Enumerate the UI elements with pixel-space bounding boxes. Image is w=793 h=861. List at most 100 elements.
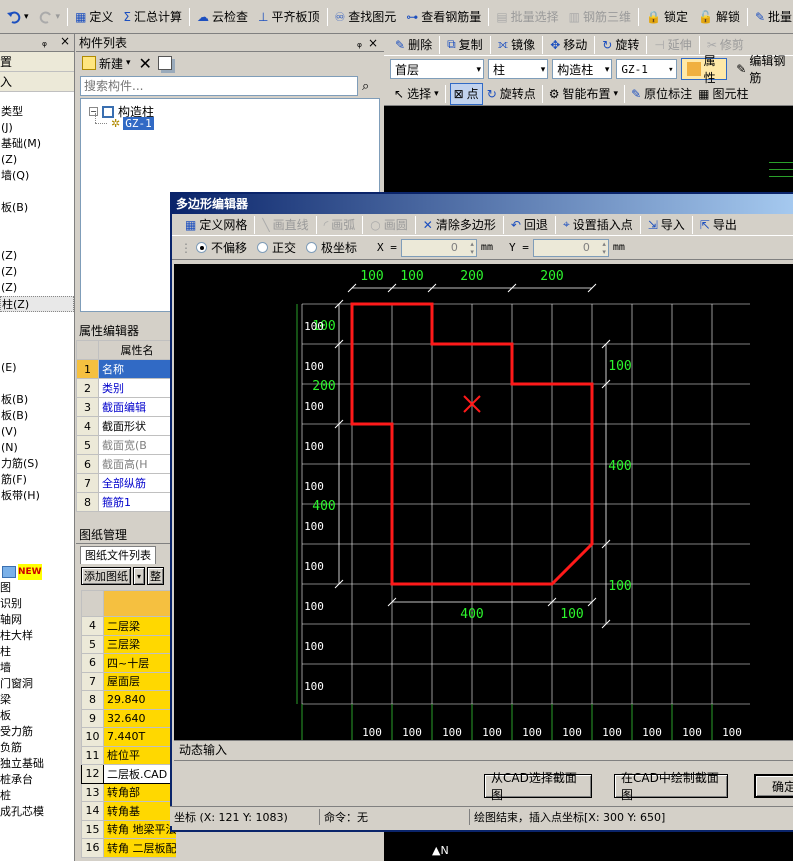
property-button[interactable]: 属性 — [680, 54, 728, 85]
delete-button[interactable]: ✎ 删除 — [390, 34, 437, 56]
add-drawing-button[interactable]: 添加图纸 — [81, 567, 131, 585]
edit-rebar-button[interactable]: ✎ 编辑钢筋 — [731, 54, 793, 85]
grid-button[interactable]: ▦ 定义网格 — [180, 214, 252, 236]
property-row[interactable]: 4 截面形状 — [76, 416, 176, 436]
nav-item[interactable]: 独立基础 — [0, 756, 74, 772]
search-icon[interactable]: ⌕ — [362, 79, 369, 94]
nav-item[interactable] — [0, 312, 74, 328]
close-icon[interactable]: × — [60, 34, 70, 48]
align-slab-button[interactable]: ⊥ 平齐板顶 — [253, 6, 324, 28]
subtype-select[interactable]: 构造柱 ▾ — [552, 59, 613, 79]
drawing-row[interactable]: 16转角 二层板配筋平面1:1 — [81, 838, 176, 858]
collapse-icon[interactable]: − — [89, 107, 98, 116]
nav-item[interactable]: 受力筋 — [0, 724, 74, 740]
property-row[interactable]: 1 名称 — [76, 359, 176, 379]
drawing-row[interactable]: 10 7.440T — [81, 727, 176, 747]
select-button[interactable]: ↖ 选择 ▾ — [392, 83, 441, 105]
nav-item[interactable] — [0, 376, 74, 392]
nav-item[interactable]: 类型 — [0, 104, 74, 120]
nav-item[interactable]: (J) — [0, 120, 74, 136]
original-label-button[interactable]: ✎ 原位标注 — [629, 83, 694, 105]
nav-item[interactable]: (Z) — [0, 264, 74, 280]
nav-item[interactable]: 识别 — [0, 596, 74, 612]
y-input[interactable]: 0 ▴ ▾ — [532, 238, 609, 257]
nav-item[interactable] — [0, 184, 74, 200]
circle-button[interactable]: ○ 画圆 — [365, 214, 413, 236]
type-select[interactable]: 柱 ▾ — [488, 59, 549, 79]
nav-item[interactable]: 墙(Q) — [0, 168, 74, 184]
line-button[interactable]: ╲ 画直线 — [257, 214, 313, 236]
drawing-row[interactable]: 12 二层板.CAD — [81, 764, 176, 784]
redo-button[interactable]: ▾ — [34, 6, 66, 28]
nav-item[interactable]: 负筋 — [0, 740, 74, 756]
nav-item[interactable]: 柱 — [0, 644, 74, 660]
nav-item[interactable]: 板(B) — [0, 392, 74, 408]
cloud-check-button[interactable]: ☁ 云检查 — [192, 6, 253, 28]
element-column-button[interactable]: ▦ 图元柱 — [696, 83, 750, 105]
delete-icon[interactable]: ✕ — [139, 54, 152, 73]
rebar-qty-button[interactable]: ⊶ 查看钢筋量 — [401, 6, 486, 28]
nav-item[interactable]: 轴网 — [0, 612, 74, 628]
x-input[interactable]: 0 ▴ ▾ — [400, 238, 477, 257]
import-button[interactable]: ⇲ 导入 — [643, 214, 690, 236]
lock-button[interactable]: 🔒 锁定 — [641, 6, 693, 28]
ok-button[interactable]: 确定 — [754, 774, 793, 798]
nav-item[interactable]: 板(B) — [0, 408, 74, 424]
property-row[interactable]: 8 箍筋1 — [76, 492, 176, 512]
undo-button[interactable]: ▾ — [2, 6, 34, 28]
nav-item[interactable]: (Z) — [0, 248, 74, 264]
clear-button[interactable]: ✕ 清除多边形 — [418, 214, 501, 236]
property-row[interactable]: 6 截面高(H — [76, 454, 176, 474]
copy-icon[interactable] — [157, 56, 172, 70]
nav-item[interactable]: (N) — [0, 440, 74, 456]
nav-item[interactable]: (Z) — [0, 280, 74, 296]
nav-item[interactable]: 筋(F) — [0, 472, 74, 488]
mirror-button[interactable]: ⟗ 镜像 — [493, 34, 541, 56]
nav-item[interactable]: 门窗洞 — [0, 676, 74, 692]
cad-draw-button[interactable]: 在CAD中绘制截面图 — [614, 771, 728, 802]
search-input[interactable] — [80, 76, 358, 96]
property-row[interactable]: 7 全部纵筋 — [76, 473, 176, 493]
nav-item[interactable] — [0, 328, 74, 344]
nav-item[interactable]: (Z) — [0, 152, 74, 168]
copy-button[interactable]: ⧉ 复制 — [442, 34, 488, 56]
tab-drawing-files[interactable]: 图纸文件列表 — [80, 546, 156, 564]
nav-item[interactable]: 梁 — [0, 692, 74, 708]
define-button[interactable]: ▦ 定义 — [70, 6, 118, 28]
nav-item[interactable]: 板带(H) — [0, 488, 74, 504]
polygon-canvas[interactable]: 100 100 200 200 100 200 400 100 100 100 100 100 100 1… — [174, 264, 793, 740]
nav-item[interactable]: 桩承台 — [0, 772, 74, 788]
nav-item[interactable] — [0, 216, 74, 232]
tree-child[interactable]: GZ-1 — [123, 117, 154, 130]
batch-button[interactable]: ✎ 批量 — [750, 6, 793, 28]
nav-item[interactable] — [0, 232, 74, 248]
extend-button[interactable]: ⊣ 延伸 — [649, 34, 696, 56]
property-row[interactable]: 3 截面编辑 — [76, 397, 176, 417]
drawing-row[interactable]: 11 桩位平 — [81, 745, 176, 765]
new-component-button[interactable]: 新建 ▾ — [80, 52, 133, 74]
insert-point-button[interactable]: ⌖ 设置插入点 — [558, 214, 638, 236]
nav-item[interactable]: 基础(M) — [0, 136, 74, 152]
organize-button[interactable]: 整 — [147, 567, 164, 585]
nav-top-2[interactable]: 入 — [0, 72, 74, 92]
drawing-row[interactable]: 8 29.840 — [81, 690, 176, 710]
nav-item[interactable]: 柱(Z) — [0, 296, 74, 312]
rotate-button[interactable]: ↻ 旋转 — [597, 34, 644, 56]
add-drawing-dropdown[interactable]: ▾ — [133, 567, 145, 585]
drawing-row[interactable]: 5 三层梁 — [81, 634, 176, 654]
drawing-row[interactable]: 6 四~十层 — [81, 653, 176, 673]
undo-button[interactable]: ↶ 回退 — [506, 214, 553, 236]
arc-button[interactable]: ◜ 画弧 — [319, 214, 361, 236]
drawing-row[interactable]: 13 转角部 — [81, 782, 176, 802]
property-row[interactable]: 5 截面宽(B — [76, 435, 176, 455]
nav-item[interactable]: 成孔芯模 — [0, 804, 74, 820]
radio-orthogonal[interactable]: 正交 — [257, 239, 296, 256]
cad-select-button[interactable]: 从CAD选择截面图 — [484, 771, 592, 802]
nav-item[interactable]: 墙 — [0, 660, 74, 676]
nav-item[interactable]: (V) — [0, 424, 74, 440]
drawing-row[interactable]: 15转角 地梁平法施工图1:1 — [81, 819, 176, 839]
drawing-row[interactable]: 14 转角基 — [81, 801, 176, 821]
nav-item[interactable]: 图 — [0, 580, 74, 596]
floor-select[interactable]: 首层 ▾ — [390, 59, 485, 79]
nav-item[interactable]: 力筋(S) — [0, 456, 74, 472]
